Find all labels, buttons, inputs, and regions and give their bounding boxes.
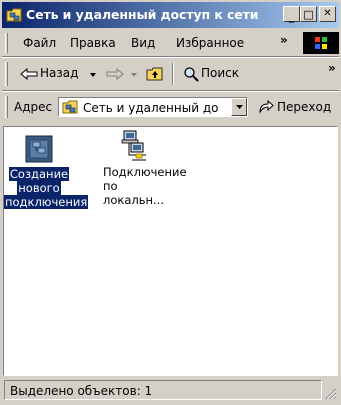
item-label-line: подключения [4,195,89,209]
forward-button[interactable] [103,63,143,85]
address-bar: Адрес Сеть и удаленный до Переход [2,92,339,122]
up-folder-button[interactable] [144,63,166,85]
menu-bar: Файл Правка Вид Избранное » [2,30,339,56]
item-label-line: нового [17,181,61,195]
lan-connection-icon [121,130,146,161]
item-label-line: по локальн... [103,179,164,207]
address-folder-icon [62,100,78,114]
window-title: Сеть и удаленный доступ к сети [26,7,259,22]
maximize-icon: □ [303,7,314,21]
address-dropdown-button[interactable] [231,98,247,116]
explorer-window: Сеть и удаленный доступ к сети _ □ ✕ Фай… [0,0,341,405]
back-arrow-icon [20,68,38,80]
address-value: Сеть и удаленный до [83,101,219,115]
minimize-icon: _ [288,9,295,23]
menu-overflow-chevron-icon[interactable]: » [280,33,288,47]
search-button-label: Поиск [201,66,240,80]
address-label: Адрес [14,100,53,114]
back-button[interactable]: Назад [16,63,100,85]
maximize-button[interactable]: □ [300,6,317,22]
status-bar: Выделено объектов: 1 [2,378,339,403]
forward-dropdown-icon[interactable] [131,73,137,77]
search-button[interactable]: Поиск [179,63,251,85]
chevron-down-icon [235,105,243,109]
menu-favorites[interactable]: Избранное [176,36,244,50]
minimize-button[interactable]: _ [283,6,300,22]
status-text: Выделено объектов: 1 [10,384,153,398]
go-button-label: Переход [277,100,332,114]
back-dropdown-icon[interactable] [90,73,96,77]
forward-arrow-icon [106,68,124,80]
toolbar-band-grip[interactable] [5,62,8,86]
close-icon: ✕ [323,8,332,19]
list-item-lan-connection[interactable]: Подключение по локальн... [102,129,187,207]
back-button-label: Назад [40,66,79,80]
up-folder-icon [146,67,163,81]
standard-toolbar: Назад Поиск » [2,58,339,90]
search-icon [184,67,199,82]
status-panel: Выделено объектов: 1 [4,380,322,400]
network-folder-icon [6,8,22,22]
close-button[interactable]: ✕ [319,6,336,22]
item-label-line: Подключение [103,165,187,179]
item-label-line: Создание [8,167,70,181]
go-arrow-icon [259,100,274,114]
go-button[interactable]: Переход [254,97,338,117]
list-item-make-new-connection[interactable]: Создание нового подключения [4,133,89,209]
address-field[interactable]: Сеть и удаленный до [58,97,248,117]
toolbar-overflow-chevron-icon[interactable]: » [328,61,336,75]
menu-view[interactable]: Вид [131,36,155,50]
address-band-grip[interactable] [5,96,8,118]
menu-band-grip[interactable] [5,33,8,53]
file-list-view[interactable]: Создание нового подключения Подключение … [3,126,338,376]
menu-edit[interactable]: Правка [70,36,116,50]
menu-file[interactable]: Файл [23,36,56,50]
windows-logo-icon [303,32,339,54]
toolbar-divider [172,63,174,85]
title-bar[interactable]: Сеть и удаленный доступ к сети _ □ ✕ [2,2,339,28]
make-new-connection-icon [25,135,53,163]
resize-grip-icon[interactable] [325,388,337,400]
